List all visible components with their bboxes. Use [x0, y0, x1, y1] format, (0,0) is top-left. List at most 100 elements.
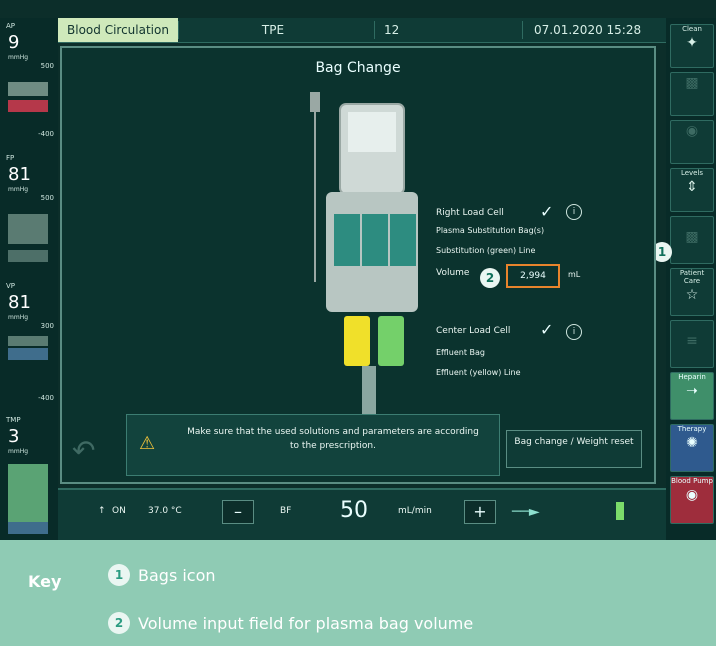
syringe-icon: ──► — [512, 504, 540, 520]
patient-care-button[interactable]: Patient Care ☆ — [670, 268, 714, 316]
tick-label: -400 — [38, 394, 54, 402]
legend-item: 1 Bags icon — [108, 562, 216, 588]
center-load-cell-line1: Effluent Bag — [436, 348, 485, 357]
patient-care-label: Patient Care — [679, 269, 705, 285]
bf-unit: mL/min — [398, 506, 432, 516]
right-load-cell-line1: Plasma Substitution Bag(s) — [436, 226, 545, 235]
patient-care-icon: ☆ — [685, 287, 699, 303]
legend-text: Bags icon — [138, 565, 216, 585]
bags-icon: ▩ — [685, 229, 699, 245]
levels-icon: ⇕ — [686, 179, 698, 195]
warning-box: ⚠ Make sure that the used solutions and … — [126, 414, 500, 476]
volume-unit: mL — [568, 270, 581, 279]
pressure-bar — [8, 214, 48, 244]
arrow-icon — [8, 250, 48, 262]
clean-button[interactable]: Clean ✦ — [670, 24, 714, 68]
right-menu: Clean ✦ ▩ ◉ Levels ⇕ ▩ Patient Care ☆ ≡ … — [666, 18, 716, 540]
param-name: FP — [6, 154, 15, 162]
levels-button[interactable]: Levels ⇕ — [670, 168, 714, 212]
thermometer-icon: ↑ — [98, 506, 106, 516]
legend-number: 2 — [108, 612, 130, 634]
blood-icon: ◉ — [685, 123, 699, 139]
prepare-button[interactable]: ▩ — [670, 72, 714, 116]
param-unit: mmHg — [8, 186, 29, 193]
temperature-value: 37.0 °C — [148, 506, 182, 516]
back-arrow-icon[interactable]: ↶ — [72, 434, 95, 467]
pressure-bar — [8, 82, 48, 96]
param-unit: mmHg — [8, 54, 29, 61]
right-load-cell-line2: Substitution (green) Line — [436, 246, 536, 255]
therapy-label: Therapy — [677, 425, 707, 433]
annotation-marker-2: 2 — [480, 268, 500, 288]
right-load-cell-title: Right Load Cell — [436, 208, 504, 218]
blood-pump-icon: ◉ — [685, 487, 699, 503]
heparin-button[interactable]: Heparin ➝ — [670, 372, 714, 420]
tab-blood-circulation[interactable]: Blood Circulation — [58, 18, 178, 42]
check-icon: ✓ — [540, 202, 554, 221]
broom-icon: ✦ — [686, 35, 698, 51]
bf-value: 50 — [340, 498, 368, 523]
param-value: 81 — [8, 164, 31, 185]
info-icon[interactable]: i — [566, 204, 582, 220]
tick-label: -400 — [38, 130, 54, 138]
pressure-bar — [8, 336, 48, 346]
blood-pump-label: Blood Pump — [671, 477, 713, 485]
arrow-icon — [8, 348, 48, 360]
dialog-title: Bag Change — [315, 60, 401, 76]
warning-icon: ⚠ — [139, 433, 156, 454]
param-value: 9 — [8, 32, 20, 53]
device-screen: Blood Circulation TPE 12 07.01.2020 15:2… — [0, 0, 716, 542]
bag-change-weight-reset-label: Bag change / Weight reset — [514, 437, 634, 447]
device-illustration — [310, 92, 426, 453]
alarm-arrow-icon — [8, 100, 48, 112]
tick-label: 500 — [40, 62, 54, 70]
warning-text: Make sure that the used solutions and pa… — [187, 427, 479, 451]
legend-number: 1 — [108, 564, 130, 586]
clean-label: Clean — [682, 25, 702, 33]
arrow-icon — [8, 522, 48, 534]
param-unit: mmHg — [8, 448, 29, 455]
bottom-control-bar: ↑ ON 37.0 °C – BF 50 mL/min + ──► — [58, 488, 666, 542]
decrease-bf-button[interactable]: – — [222, 500, 254, 524]
tick-label: 300 — [40, 322, 54, 330]
param-name: VP — [6, 282, 16, 290]
bag-change-weight-reset-button[interactable]: Bag change / Weight reset — [506, 430, 642, 468]
prepare-icon: ▩ — [685, 75, 699, 91]
volume-input[interactable]: 2,994 — [506, 264, 560, 288]
therapy-button[interactable]: Therapy ✺ — [670, 424, 714, 472]
bags-button[interactable]: ▩ — [670, 216, 714, 264]
therapy-icon: ✺ — [686, 435, 698, 451]
param-unit: mmHg — [8, 314, 29, 321]
battery-icon — [616, 502, 624, 520]
legend-panel: Key 1 Bags icon 2 Volume input field for… — [0, 540, 716, 646]
levels-label: Levels — [680, 169, 704, 177]
top-status-bar: Blood Circulation TPE 12 07.01.2020 15:2… — [58, 18, 666, 43]
legend-item: 2 Volume input field for plasma bag volu… — [108, 610, 473, 636]
info-icon[interactable]: i — [566, 324, 582, 340]
param-value: 81 — [8, 292, 31, 313]
balance-button[interactable]: ≡ — [670, 320, 714, 368]
bf-label: BF — [280, 506, 292, 516]
legend-key-label: Key — [28, 572, 62, 591]
tmp-bar — [8, 464, 48, 522]
volume-label: Volume — [436, 268, 470, 278]
balance-icon: ≡ — [686, 333, 698, 349]
increase-bf-button[interactable]: + — [464, 500, 496, 524]
center-load-cell-line2: Effluent (yellow) Line — [436, 368, 521, 377]
syringe-icon: ➝ — [686, 383, 698, 399]
center-load-cell-title: Center Load Cell — [436, 326, 511, 336]
bag-change-dialog: Bag Change Right Load Cell ✓ i Plasma Su… — [60, 46, 656, 484]
param-name: TMP — [6, 416, 21, 424]
blood-pump-button[interactable]: Blood Pump ◉ — [670, 476, 714, 524]
blood-button[interactable]: ◉ — [670, 120, 714, 164]
check-icon: ✓ — [540, 320, 554, 339]
param-value: 3 — [8, 426, 20, 447]
heater-state: ON — [112, 506, 126, 516]
tab-number: 12 — [384, 23, 400, 37]
tab-tpe[interactable]: TPE — [178, 18, 368, 42]
divider — [522, 21, 523, 39]
param-name: AP — [6, 22, 16, 30]
pressure-column: AP 9 mmHg 500 -400 FP 81 mmHg 500 VP 81 … — [0, 18, 58, 540]
datetime-display: 07.01.2020 15:28 — [534, 23, 642, 37]
legend-text: Volume input field for plasma bag volume — [138, 613, 474, 633]
